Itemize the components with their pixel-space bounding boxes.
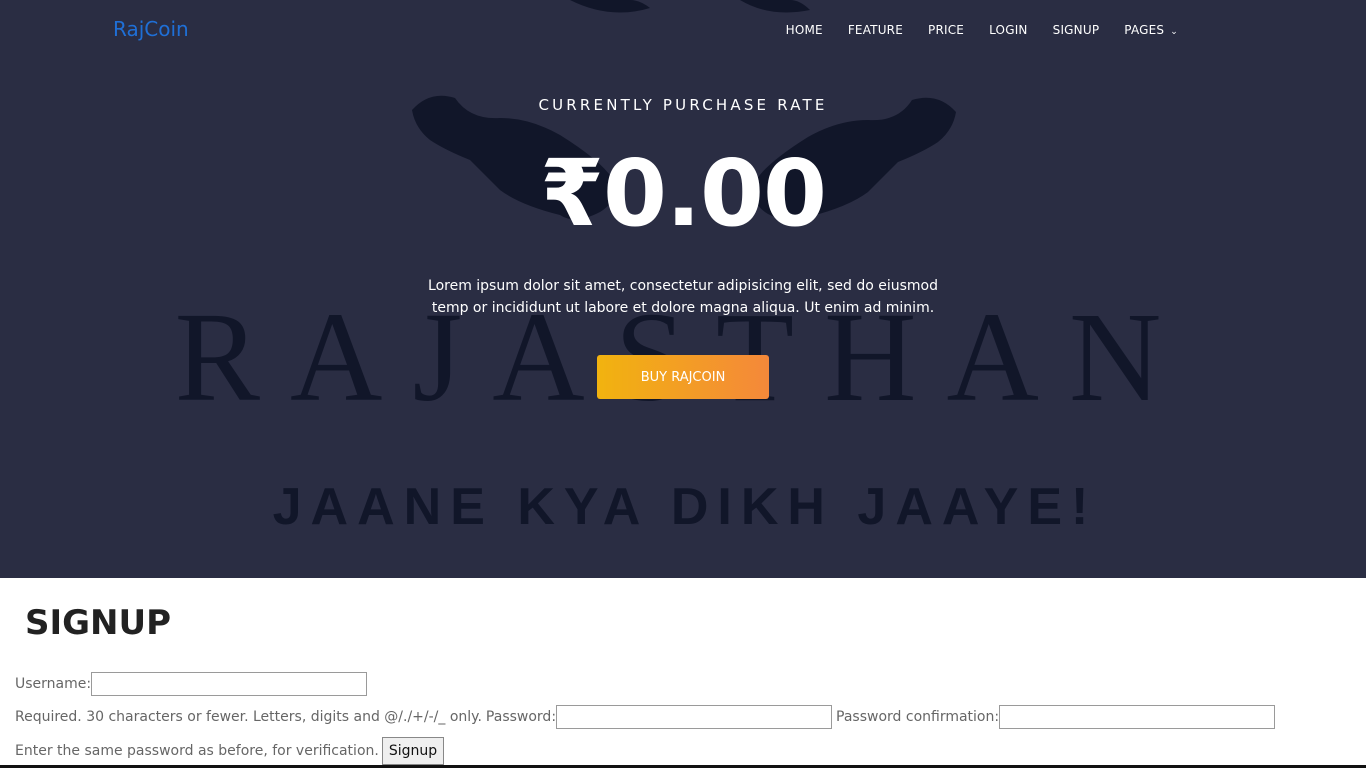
submit-row: Enter the same password as before, for v… xyxy=(15,737,445,765)
password-input[interactable] xyxy=(556,705,833,729)
password-confirm-label: Password confirmation: xyxy=(836,709,1000,725)
nav-login[interactable]: LOGIN xyxy=(989,23,1028,37)
password-row: Required. 30 characters or fewer. Letter… xyxy=(15,705,1276,729)
brand-logo[interactable]: RajCoin xyxy=(113,17,189,41)
nav-pages-label: PAGES xyxy=(1124,23,1165,37)
password-help-text: Enter the same password as before, for v… xyxy=(15,743,379,759)
top-nav: HOME FEATURE PRICE LOGIN SIGNUP PAGES ⌄ xyxy=(786,23,1178,37)
nav-signup[interactable]: SIGNUP xyxy=(1053,23,1100,37)
nav-feature[interactable]: FEATURE xyxy=(848,23,903,37)
nav-home[interactable]: HOME xyxy=(786,23,823,37)
username-help-text: Required. 30 characters or fewer. Letter… xyxy=(15,709,482,725)
nav-pages-dropdown[interactable]: PAGES ⌄ xyxy=(1124,23,1178,37)
rate-label: CURRENTLY PURCHASE RATE xyxy=(538,96,828,114)
password-confirm-input[interactable] xyxy=(999,705,1276,729)
signup-submit-button[interactable]: Signup xyxy=(381,737,445,765)
username-label: Username: xyxy=(15,676,92,692)
tagline-watermark: JAANE KYA DIKH JAAYE! xyxy=(273,478,1098,536)
username-input[interactable] xyxy=(91,672,368,696)
nav-price[interactable]: PRICE xyxy=(928,23,964,37)
chevron-down-icon: ⌄ xyxy=(1170,27,1178,37)
buy-rajcoin-button[interactable]: BUY RAJCOIN xyxy=(597,355,769,399)
username-row: Username: xyxy=(15,672,368,696)
hero-section: RAJASTHAN JAANE KYA DIKH JAAYE! RajCoin … xyxy=(0,0,1366,578)
rate-value: ₹0.00 xyxy=(539,140,827,247)
signup-heading: SIGNUP xyxy=(25,603,172,643)
password-label: Password: xyxy=(485,709,557,725)
hero-description: Lorem ipsum dolor sit amet, consectetur … xyxy=(428,278,938,316)
